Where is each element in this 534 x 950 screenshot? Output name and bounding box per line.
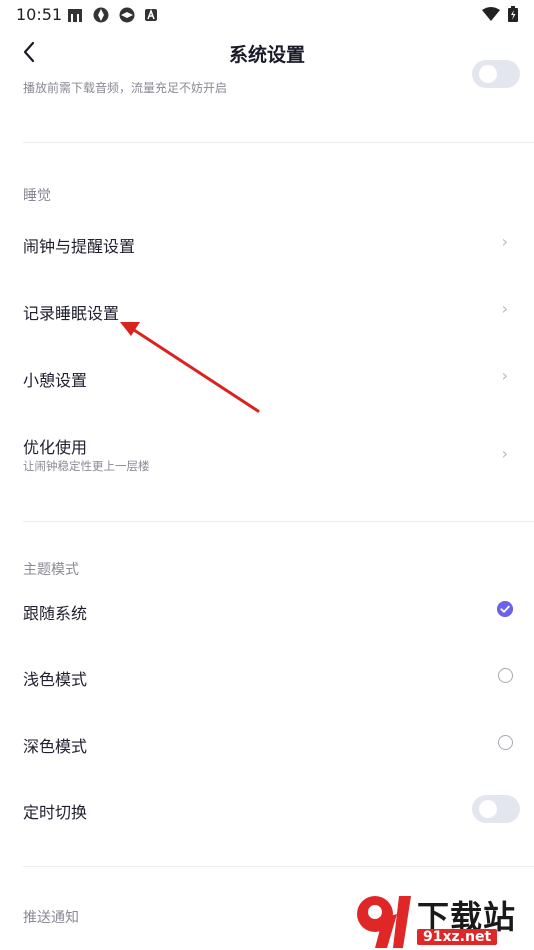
- toggle-knob: [479, 800, 497, 818]
- settings-item-label: 小憩设置: [23, 371, 88, 390]
- status-time: 10:51: [16, 5, 63, 24]
- header: 系统设置: [0, 30, 534, 74]
- settings-item-label: 记录睡眠设置: [23, 304, 120, 323]
- settings-item-optimize[interactable]: 优化使用 让闹钟稳定性更上一层楼 ›: [0, 410, 534, 500]
- settings-item-label: 闹钟与提醒设置: [23, 237, 136, 256]
- chevron-right-icon: ›: [501, 366, 508, 385]
- theme-option-label: 深色模式: [23, 737, 88, 756]
- notification-d-icon: [145, 8, 157, 21]
- chevron-right-icon: ›: [501, 299, 508, 318]
- notification-a-icon: [68, 9, 82, 22]
- theme-option-dark[interactable]: 深色模式: [0, 710, 534, 776]
- timed-switch-label: 定时切换: [23, 803, 88, 822]
- divider: [23, 521, 534, 522]
- chevron-right-icon: ›: [501, 444, 508, 463]
- section-label-push: 推送通知: [23, 910, 79, 926]
- radio-checked-icon[interactable]: [497, 601, 513, 617]
- divider: [23, 866, 534, 867]
- download-audio-subtitle: 播放前需下载音频，流量充足不妨开启: [23, 81, 228, 95]
- download-audio-row[interactable]: 播放前需下载音频，流量充足不妨开启: [0, 60, 534, 144]
- settings-item-subtitle: 让闹钟稳定性更上一层楼: [23, 459, 150, 473]
- download-audio-toggle[interactable]: [472, 60, 520, 88]
- status-icons-right: [482, 6, 518, 22]
- theme-option-light[interactable]: 浅色模式: [0, 645, 534, 709]
- toggle-knob: [479, 65, 497, 83]
- battery-icon: [508, 6, 518, 22]
- section-label-sleep: 睡觉: [23, 188, 51, 204]
- status-bar: 10:51: [0, 0, 534, 30]
- status-icons-left: [66, 6, 158, 24]
- settings-item-label: 优化使用: [23, 438, 88, 457]
- theme-option-system[interactable]: 跟随系统: [0, 580, 534, 642]
- radio-unchecked-icon[interactable]: [498, 668, 513, 683]
- notification-b-icon: [93, 7, 109, 23]
- timed-switch-row[interactable]: 定时切换: [0, 776, 534, 844]
- watermark-logo-icon: [357, 896, 411, 948]
- section-label-theme: 主题模式: [23, 562, 79, 578]
- wifi-icon: [482, 7, 500, 21]
- settings-item-alarm-reminder[interactable]: 闹钟与提醒设置 ›: [0, 210, 534, 276]
- chevron-right-icon: ›: [501, 232, 508, 251]
- page-title: 系统设置: [228, 44, 305, 66]
- watermark-url: 91xz.net: [417, 929, 498, 945]
- theme-option-label: 浅色模式: [23, 670, 88, 689]
- timed-switch-toggle[interactable]: [472, 795, 520, 823]
- settings-item-sleep-record[interactable]: 记录睡眠设置 ›: [0, 276, 534, 342]
- radio-unchecked-icon[interactable]: [498, 735, 513, 750]
- watermark: 下载站 91xz.net: [353, 892, 528, 950]
- notification-c-icon: [119, 7, 135, 23]
- settings-item-nap[interactable]: 小憩设置 ›: [0, 342, 534, 410]
- divider: [23, 142, 534, 143]
- theme-option-label: 跟随系统: [23, 604, 88, 623]
